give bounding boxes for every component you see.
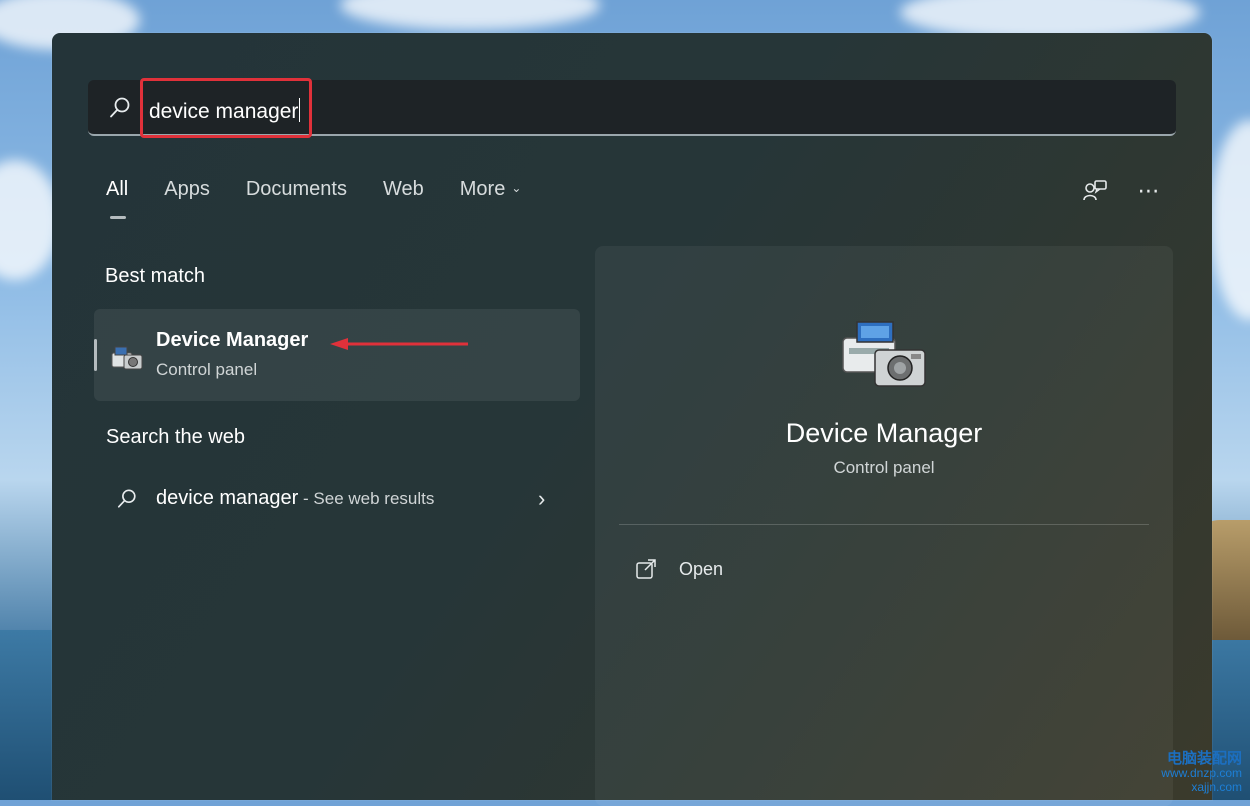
divider	[619, 524, 1149, 525]
device-manager-icon	[111, 346, 143, 370]
web-result-text: device manager - See web results	[156, 487, 434, 510]
annotation-highlight-box	[140, 78, 312, 138]
tab-documents[interactable]: Documents	[246, 178, 347, 201]
watermark-logo: 电脑装配网 www.dnzp.com xajjn.com	[1161, 750, 1242, 794]
web-result-suffix: - See web results	[298, 489, 435, 508]
start-search-panel: device manager All Apps Documents Web Mo…	[52, 33, 1212, 806]
device-manager-icon	[842, 321, 926, 387]
open-label: Open	[679, 559, 724, 579]
chevron-right-icon[interactable]: ›	[538, 486, 545, 512]
feedback-icon[interactable]	[1080, 176, 1110, 206]
filter-tabs: All Apps Documents Web More ⌄	[106, 178, 557, 219]
best-match-result[interactable]: Device Manager Control panel	[94, 309, 580, 401]
search-icon	[117, 489, 136, 508]
open-external-icon	[636, 559, 656, 579]
web-result[interactable]: device manager - See web results	[114, 485, 554, 519]
open-button[interactable]: Open	[635, 556, 785, 586]
detail-subtitle: Control panel	[833, 458, 935, 477]
watermark-line3: xajjn.com	[1191, 780, 1242, 794]
web-result-query: device manager	[156, 487, 299, 509]
tab-more[interactable]: More ⌄	[460, 178, 522, 201]
tab-all[interactable]: All	[106, 178, 128, 219]
tab-web[interactable]: Web	[383, 178, 424, 201]
selection-indicator	[94, 339, 97, 371]
watermark-line1: 电脑装配网	[1166, 750, 1242, 767]
annotation-arrow	[330, 338, 468, 350]
chevron-down-icon: ⌄	[511, 181, 522, 195]
watermark-line2: www.dnzp.com	[1161, 766, 1242, 780]
detail-pane: Device Manager Control panel Open	[595, 246, 1173, 806]
best-match-subtitle: Control panel	[156, 360, 258, 379]
search-icon	[110, 97, 130, 118]
tab-more-label: More	[459, 178, 506, 200]
detail-title: Device Manager	[785, 418, 983, 448]
tab-apps[interactable]: Apps	[164, 178, 210, 201]
search-web-heading: Search the web	[106, 426, 245, 448]
more-options-icon[interactable]: ⋯	[1134, 176, 1164, 206]
best-match-title: Device Manager	[156, 329, 309, 351]
best-match-heading: Best match	[105, 265, 206, 287]
